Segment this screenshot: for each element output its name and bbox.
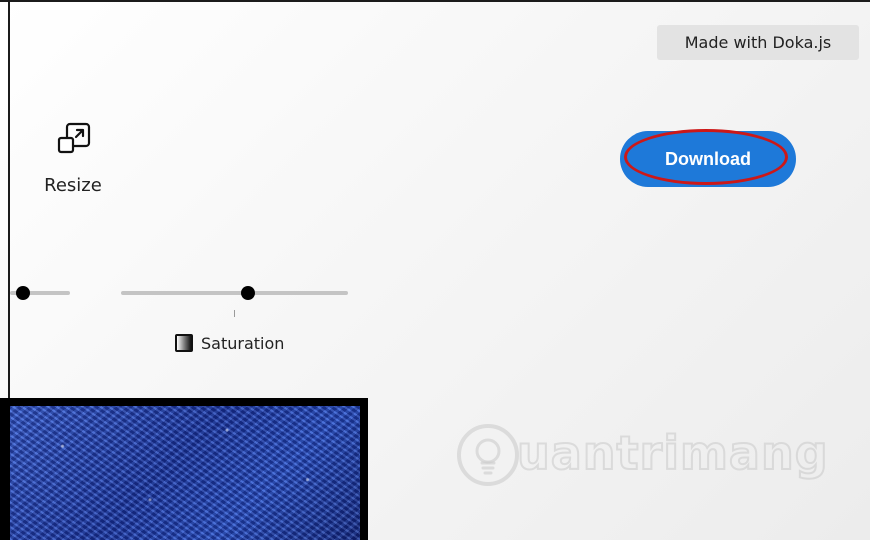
saturation-control[interactable]: Saturation	[175, 332, 284, 354]
resize-tool-button[interactable]: Resize	[28, 115, 128, 205]
slider-track	[121, 291, 348, 295]
saturation-slider-handle[interactable]	[241, 286, 256, 300]
watermark: uantrimang	[455, 418, 829, 498]
slider-center-tick	[234, 310, 235, 317]
resize-label: Resize	[44, 175, 102, 196]
slider-handle[interactable]	[16, 286, 31, 300]
lightbulb-icon	[457, 424, 519, 486]
watermark-text: uantrimang	[516, 425, 829, 481]
saturation-icon	[175, 334, 193, 352]
download-label: Download	[665, 149, 751, 169]
blue-glitter-image	[10, 406, 360, 540]
made-with-badge[interactable]: Made with Doka.js	[657, 25, 859, 60]
window-top-border	[0, 0, 870, 2]
download-button[interactable]: Download	[620, 129, 796, 187]
image-preview	[0, 398, 368, 540]
saturation-label: Saturation	[201, 333, 285, 353]
resize-icon	[57, 122, 91, 154]
